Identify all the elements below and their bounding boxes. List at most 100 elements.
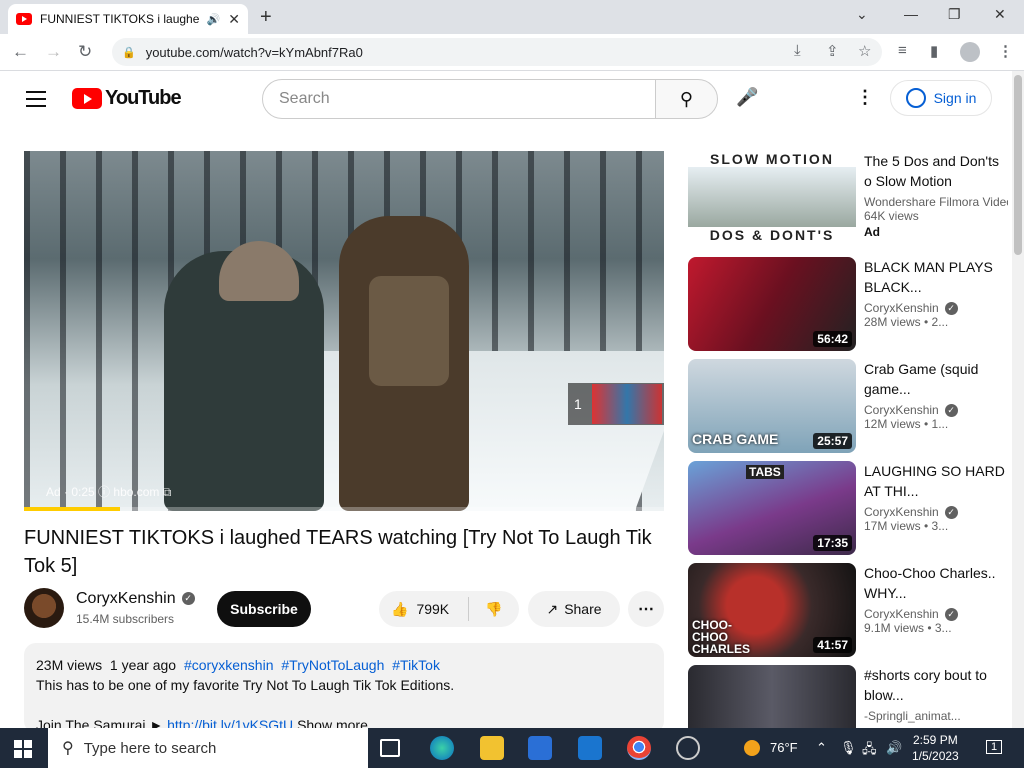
file-explorer-icon[interactable] xyxy=(480,736,504,760)
rec-channel[interactable]: CoryxKenshin ✓ xyxy=(864,403,1008,418)
description-meta: 23M views 1 year ago #coryxkenshin #TryN… xyxy=(36,655,652,675)
address-bar[interactable]: 🔒 youtube.com/watch?v=kYmAbnf7Ra0 xyxy=(112,38,882,66)
thumb-image xyxy=(688,167,856,227)
recommended-video[interactable]: CRAB GAME 25:57 Crab Game (squid game...… xyxy=(688,359,1008,453)
share-button[interactable]: ↗ Share xyxy=(528,591,620,627)
settings-more-icon[interactable]: ⋮ xyxy=(856,87,874,108)
store-icon[interactable] xyxy=(528,736,552,760)
close-window-button[interactable]: ✕ xyxy=(994,6,1006,23)
recommended-video[interactable]: 56:42 BLACK MAN PLAYS BLACK... CoryxKens… xyxy=(688,257,1008,351)
rec-channel[interactable]: CoryxKenshin ✓ xyxy=(864,505,1008,520)
windows-start-icon[interactable] xyxy=(14,740,32,758)
minimize-button[interactable]: — xyxy=(904,6,918,22)
network-icon[interactable]: 🖧 xyxy=(862,740,877,762)
profile-avatar-icon[interactable] xyxy=(960,42,980,62)
hamburger-menu-icon[interactable] xyxy=(26,91,46,112)
queue-count: 1 xyxy=(574,396,582,412)
mail-icon[interactable] xyxy=(578,736,602,760)
weather-temp[interactable]: 76°F xyxy=(770,740,798,755)
browser-tab[interactable]: FUNNIEST TIKTOKS i laughed 🔊 ✕ xyxy=(8,4,248,34)
volume-icon[interactable]: 🔊 xyxy=(886,740,902,756)
hashtag-link[interactable]: #coryxkenshin xyxy=(184,657,274,673)
chrome-icon[interactable] xyxy=(627,736,651,760)
info-icon[interactable]: ⓘ xyxy=(98,485,113,499)
recommended-video[interactable]: #shorts cory bout to blow... -Springli_a… xyxy=(688,665,1008,728)
share-page-icon[interactable]: ⇪ xyxy=(826,42,839,60)
voice-search-mic-icon[interactable]: 🎤 xyxy=(736,87,758,108)
hashtag-link[interactable]: #TikTok xyxy=(392,657,440,673)
youtube-favicon-icon xyxy=(16,13,32,25)
rec-title[interactable]: The 5 Dos and Don'ts o Slow Motion Filmm… xyxy=(864,151,1008,191)
rec-views: 9.1M views • 3... xyxy=(864,621,952,636)
browser-menu-icon[interactable]: ⋮ xyxy=(998,42,1013,60)
thumb-text: CHOO-CHOO CHARLES xyxy=(692,618,751,656)
weather-icon[interactable] xyxy=(744,740,760,756)
taskbar-clock[interactable]: 2:59 PM 1/5/2023 xyxy=(912,732,959,764)
up-next-preview[interactable]: 1 xyxy=(568,383,664,425)
description-box[interactable]: 23M views 1 year ago #coryxkenshin #TryN… xyxy=(24,643,664,733)
description-text: This has to be one of my favorite Try No… xyxy=(36,677,455,693)
thumb-text-top: SLOW MOTION xyxy=(710,151,834,167)
search-input[interactable]: Search xyxy=(262,79,656,119)
media-control-icon[interactable]: ≡ xyxy=(898,42,907,59)
clock-app-icon[interactable] xyxy=(676,736,700,760)
channel-name[interactable]: CoryxKenshin ✓ xyxy=(76,590,195,608)
reload-button[interactable]: ↻ xyxy=(78,42,92,62)
thumbs-down-icon: 👎 xyxy=(485,600,503,617)
page-scrollbar[interactable] xyxy=(1012,71,1024,728)
new-tab-button[interactable]: + xyxy=(260,6,272,29)
subscribe-button[interactable]: Subscribe xyxy=(217,591,311,627)
rec-title[interactable]: Crab Game (squid game... xyxy=(864,359,1008,399)
like-button[interactable]: 👍 799K xyxy=(379,597,469,621)
rec-thumbnail: CHOO-CHOO CHARLES 41:57 xyxy=(688,563,856,657)
lock-icon: 🔒 xyxy=(122,46,136,59)
channel-avatar[interactable] xyxy=(24,588,64,628)
ad-progress-bar[interactable] xyxy=(24,507,664,511)
show-hidden-icons[interactable]: ⌃ xyxy=(816,740,827,756)
rec-channel[interactable]: -Springli_animat... xyxy=(864,709,1008,723)
duration-badge: 41:57 xyxy=(813,637,852,653)
duration-badge: 17:35 xyxy=(813,535,852,551)
recommended-video-ad[interactable]: SLOW MOTION DOS & DONT'S The 5 Dos and D… xyxy=(688,151,1008,245)
side-panel-icon[interactable]: ▮ xyxy=(930,42,938,60)
rec-title[interactable]: LAUGHING SO HARD AT THI... xyxy=(864,461,1008,501)
forward-button[interactable]: → xyxy=(45,42,62,62)
person-right xyxy=(339,216,469,511)
dislike-button[interactable]: 👎 xyxy=(469,601,519,618)
youtube-logo[interactable]: YouTube xyxy=(72,87,182,110)
url-text: youtube.com/watch?v=kYmAbnf7Ra0 xyxy=(145,44,363,60)
recommended-video[interactable]: TABS 17:35 LAUGHING SO HARD AT THI... Co… xyxy=(688,461,1008,555)
clock-time: 2:59 PM xyxy=(913,733,958,747)
share-label: Share xyxy=(564,601,602,617)
external-link-icon: ⧉ xyxy=(162,485,172,499)
microphone-icon[interactable]: 🎙 xyxy=(840,740,857,756)
more-actions-button[interactable]: ⋯ xyxy=(628,591,664,627)
bookmark-star-icon[interactable]: ☆ xyxy=(858,42,871,60)
rec-channel[interactable]: CoryxKenshin ✓ xyxy=(864,301,1008,316)
search-button[interactable]: ⚲ xyxy=(655,79,718,119)
speaker-icon[interactable]: 🔊 xyxy=(207,13,221,26)
video-player[interactable]: 1 Ad · 0:25 ⓘ hbo.com ⧉ xyxy=(24,151,664,511)
rec-channel[interactable]: Wondershare Filmora Video xyxy=(864,195,1008,209)
like-count: 799K xyxy=(416,601,450,617)
taskbar-search[interactable]: ⚲ Type here to search xyxy=(48,728,368,768)
hashtag-link[interactable]: #TryNotToLaugh xyxy=(281,657,384,673)
rec-title[interactable]: #shorts cory bout to blow... xyxy=(864,665,1008,705)
ad-domain-link[interactable]: hbo.com xyxy=(113,485,159,499)
notification-icon[interactable]: 1 xyxy=(986,740,1003,754)
close-tab-icon[interactable]: ✕ xyxy=(228,11,240,28)
rec-title[interactable]: BLACK MAN PLAYS BLACK... xyxy=(864,257,1008,297)
back-button[interactable]: ← xyxy=(12,42,29,62)
tab-search-icon[interactable]: ⌄ xyxy=(856,6,868,23)
restore-button[interactable]: ❐ xyxy=(948,6,961,23)
thumb-text: TABS xyxy=(746,465,784,479)
video-title: FUNNIEST TIKTOKS i laughed TEARS watchin… xyxy=(24,527,652,577)
rec-title[interactable]: Choo-Choo Charles.. WHY... xyxy=(864,563,1008,603)
rec-channel[interactable]: CoryxKenshin ✓ xyxy=(864,607,1008,622)
recommended-video[interactable]: CHOO-CHOO CHARLES 41:57 Choo-Choo Charle… xyxy=(688,563,1008,657)
task-view-icon[interactable] xyxy=(380,739,400,757)
sign-in-button[interactable]: Sign in xyxy=(890,80,992,116)
edge-icon[interactable] xyxy=(430,736,454,760)
scrollbar-thumb[interactable] xyxy=(1014,75,1022,255)
install-icon[interactable]: ⤓ xyxy=(794,42,801,59)
